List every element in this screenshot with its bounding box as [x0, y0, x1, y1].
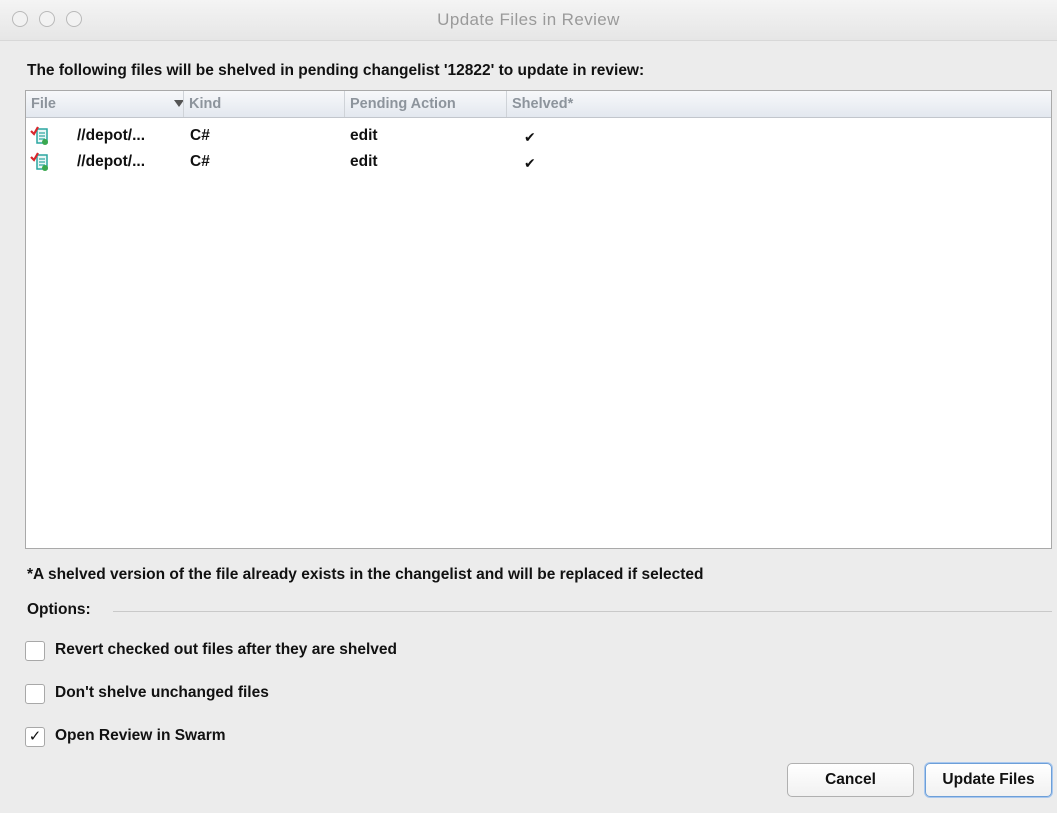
- shelved-check-icon: ✔: [524, 155, 536, 171]
- column-header-kind-label: Kind: [189, 96, 222, 112]
- shelved-footnote: *A shelved version of the file already e…: [27, 566, 704, 583]
- cancel-button[interactable]: Cancel: [787, 763, 914, 797]
- open-review-in-swarm-checkbox[interactable]: ✓: [25, 727, 45, 747]
- column-header-file[interactable]: File: [26, 91, 183, 117]
- options-label: Options:: [27, 601, 91, 618]
- row-kind: C#: [190, 127, 210, 144]
- title-bar: Update Files in Review: [0, 0, 1057, 41]
- dont-shelve-unchanged-checkbox[interactable]: [25, 684, 45, 704]
- options-divider: [113, 611, 1052, 612]
- dialog-heading: The following files will be shelved in p…: [27, 62, 645, 79]
- column-header-kind[interactable]: Kind: [183, 91, 344, 117]
- column-header-pending-action[interactable]: Pending Action: [344, 91, 506, 117]
- row-file: //depot/...: [77, 127, 146, 144]
- row-pending-action: edit: [350, 153, 378, 170]
- row-file: //depot/...: [77, 153, 146, 170]
- table-header: File Kind Pending Action Shelved*: [26, 91, 1051, 118]
- shelved-check-icon: ✔: [524, 129, 536, 145]
- column-header-pending-action-label: Pending Action: [350, 96, 456, 112]
- column-header-file-label: File: [31, 96, 56, 112]
- dont-shelve-unchanged-label[interactable]: Don't shelve unchanged files: [55, 684, 269, 702]
- update-files-dialog: Update Files in Review The following fil…: [0, 0, 1057, 813]
- table-row[interactable]: //depot/... C# edit ✔: [26, 149, 1051, 175]
- checked-out-file-icon: [30, 152, 48, 171]
- update-files-button[interactable]: Update Files: [925, 763, 1052, 797]
- column-header-shelved[interactable]: Shelved*: [506, 91, 1051, 117]
- row-kind: C#: [190, 153, 210, 170]
- table-row[interactable]: //depot/... C# edit ✔: [26, 123, 1051, 149]
- column-header-shelved-label: Shelved*: [512, 96, 574, 112]
- files-table: File Kind Pending Action Shelved* //depo…: [25, 90, 1052, 549]
- row-pending-action: edit: [350, 127, 378, 144]
- window-title: Update Files in Review: [437, 10, 620, 29]
- revert-files-checkbox[interactable]: [25, 641, 45, 661]
- checked-out-file-icon: [30, 126, 48, 145]
- revert-files-label[interactable]: Revert checked out files after they are …: [55, 641, 397, 659]
- open-review-in-swarm-label[interactable]: Open Review in Swarm: [55, 727, 226, 745]
